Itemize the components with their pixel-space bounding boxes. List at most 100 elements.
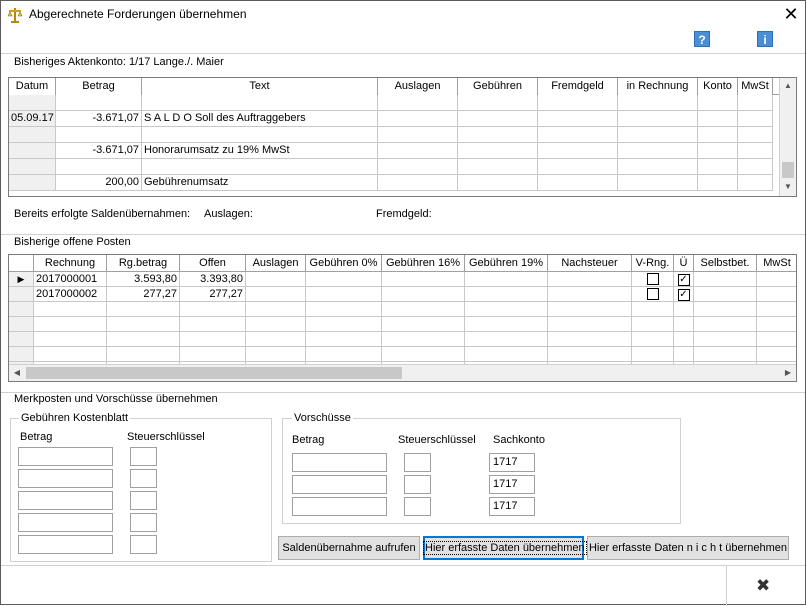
column-header[interactable]: Datum [9, 78, 56, 95]
table-row[interactable] [9, 159, 780, 175]
table-cell [382, 272, 465, 287]
table-cell: 05.09.17 [9, 111, 56, 127]
accept-data-button[interactable]: Hier erfasste Daten übernehmen [423, 536, 587, 560]
table-cell [142, 127, 378, 143]
table-cell [9, 127, 56, 143]
kostenblatt-steuer-input[interactable] [130, 535, 157, 554]
scroll-left-icon[interactable]: ◀ [9, 365, 25, 381]
table-cell [618, 95, 698, 111]
kostenblatt-betrag-input[interactable] [18, 513, 113, 532]
table-cell [458, 143, 538, 159]
column-header[interactable]: MwSt [757, 255, 796, 272]
table-row[interactable] [9, 332, 796, 347]
table-cell [306, 332, 382, 347]
row-selector[interactable] [9, 287, 34, 302]
row-selector[interactable] [9, 317, 34, 332]
vorschuss-steuer-input[interactable] [404, 453, 431, 472]
row-selector[interactable] [9, 347, 34, 362]
v-rng-checkbox[interactable] [646, 273, 659, 285]
table-row[interactable] [9, 95, 780, 111]
open-amount-cell: 3.393,80 [180, 272, 246, 287]
table-row[interactable]: 05.09.17 -3.671,07 S A L D O Soll des Auft… [9, 111, 780, 127]
footer-close-icon[interactable]: ✖ [756, 576, 770, 596]
table-cell: -3.671,07 [56, 111, 142, 127]
kostenblatt-betrag-input[interactable] [18, 491, 113, 510]
column-header[interactable]: Gebühren 0% [306, 255, 382, 272]
table-row[interactable]: ▶ 2017000001 3.593,80 3.393,80 ✓ [9, 272, 796, 287]
column-header[interactable]: MwSt [738, 78, 773, 95]
scroll-thumb[interactable] [782, 162, 794, 178]
table-cell [458, 95, 538, 111]
vorschuss-steuer-input[interactable] [404, 497, 431, 516]
kostenblatt-steuer-input[interactable] [130, 447, 157, 466]
column-header[interactable]: Ü [674, 255, 694, 272]
column-header[interactable]: Rg.betrag [107, 255, 180, 272]
table-cell [56, 159, 142, 175]
table-row[interactable] [9, 127, 780, 143]
column-header[interactable]: in Rechnung [618, 78, 698, 95]
table-row[interactable]: 200,00 Gebührenumsatz [9, 175, 780, 191]
kostenblatt-steuer-input[interactable] [130, 469, 157, 488]
table-cell [306, 287, 382, 302]
v-rng-checkbox[interactable] [646, 288, 659, 300]
row-selector[interactable]: ▶ [9, 272, 34, 287]
table-row[interactable]: 2017000002 277,27 277,27 ✓ [9, 287, 796, 302]
column-header[interactable]: Gebühren [458, 78, 538, 95]
uebernahme-checkbox[interactable]: ✓ [677, 289, 690, 301]
column-header[interactable]: Fremdgeld [538, 78, 618, 95]
table-cell [107, 347, 180, 362]
vorschuss-sachkonto-input[interactable]: 1717 [489, 497, 535, 516]
table-row[interactable] [9, 347, 796, 362]
vorschuss-betrag-input[interactable] [292, 475, 387, 494]
vorschuss-betrag-input[interactable] [292, 453, 387, 472]
scroll-down-icon[interactable]: ▼ [780, 179, 796, 195]
column-header[interactable]: Text [142, 78, 378, 95]
table-row[interactable] [9, 317, 796, 332]
table-cell [698, 127, 738, 143]
scroll-up-icon[interactable]: ▲ [780, 78, 796, 94]
column-header[interactable]: Gebühren 16% [382, 255, 465, 272]
info-icon[interactable]: i [757, 31, 773, 47]
kostenblatt-betrag-input[interactable] [18, 535, 113, 554]
column-header[interactable]: Betrag [56, 78, 142, 95]
table-cell [458, 111, 538, 127]
vorschuss-sachkonto-input[interactable]: 1717 [489, 453, 535, 472]
kostenblatt-betrag-input[interactable] [18, 469, 113, 488]
column-header[interactable]: Nachsteuer [548, 255, 632, 272]
column-header[interactable]: V-Rng. [632, 255, 674, 272]
column-header[interactable]: Konto [698, 78, 738, 95]
column-header[interactable]: Offen [180, 255, 246, 272]
table-cell [142, 95, 378, 111]
close-icon[interactable]: ✕ [779, 3, 803, 25]
column-header[interactable]: Gebühren 19% [465, 255, 548, 272]
table-cell [56, 95, 142, 111]
row-selector[interactable] [9, 302, 34, 317]
window-title: Abgerechnete Forderungen übernehmen [29, 7, 247, 21]
account-grid[interactable]: Datum Betrag Text Auslagen Gebühren Fremdgeld… [8, 77, 797, 197]
help-icon[interactable]: ? [694, 31, 710, 47]
kostenblatt-betrag-input[interactable] [18, 447, 113, 466]
row-selector[interactable] [9, 332, 34, 347]
table-cell [738, 175, 773, 191]
column-header[interactable]: Auslagen [246, 255, 306, 272]
scroll-right-icon[interactable]: ▶ [780, 365, 796, 381]
table-cell [548, 317, 632, 332]
vorschuss-betrag-input[interactable] [292, 497, 387, 516]
vorschuss-steuer-input[interactable] [404, 475, 431, 494]
column-header[interactable]: Selbstbet. [694, 255, 757, 272]
kostenblatt-steuer-input[interactable] [130, 513, 157, 532]
open-items-grid[interactable]: Rechnung Rg.betrag Offen Auslagen Gebühren 0… [8, 254, 797, 382]
account-vertical-scrollbar[interactable]: ▲ ▼ [779, 78, 796, 196]
saldo-uebernahme-button[interactable]: Saldenübernahme aufrufen [278, 536, 420, 560]
table-row[interactable] [9, 302, 796, 317]
scroll-thumb[interactable] [26, 367, 402, 379]
vorschuss-sachkonto-input[interactable]: 1717 [489, 475, 535, 494]
decline-data-button[interactable]: Hier erfasste Daten n i c h t übernehmen [587, 536, 789, 560]
kostenblatt-steuer-input[interactable] [130, 491, 157, 510]
open-items-horizontal-scrollbar[interactable]: ◀ ▶ [9, 364, 796, 381]
column-header[interactable]: Auslagen [378, 78, 458, 95]
vorschuesse-steuer-label: Steuerschlüssel [398, 434, 476, 446]
table-row[interactable]: -3.671,07 Honorarumsatz zu 19% MwSt [9, 143, 780, 159]
column-header[interactable]: Rechnung [34, 255, 107, 272]
uebernahme-checkbox[interactable]: ✓ [677, 274, 690, 286]
